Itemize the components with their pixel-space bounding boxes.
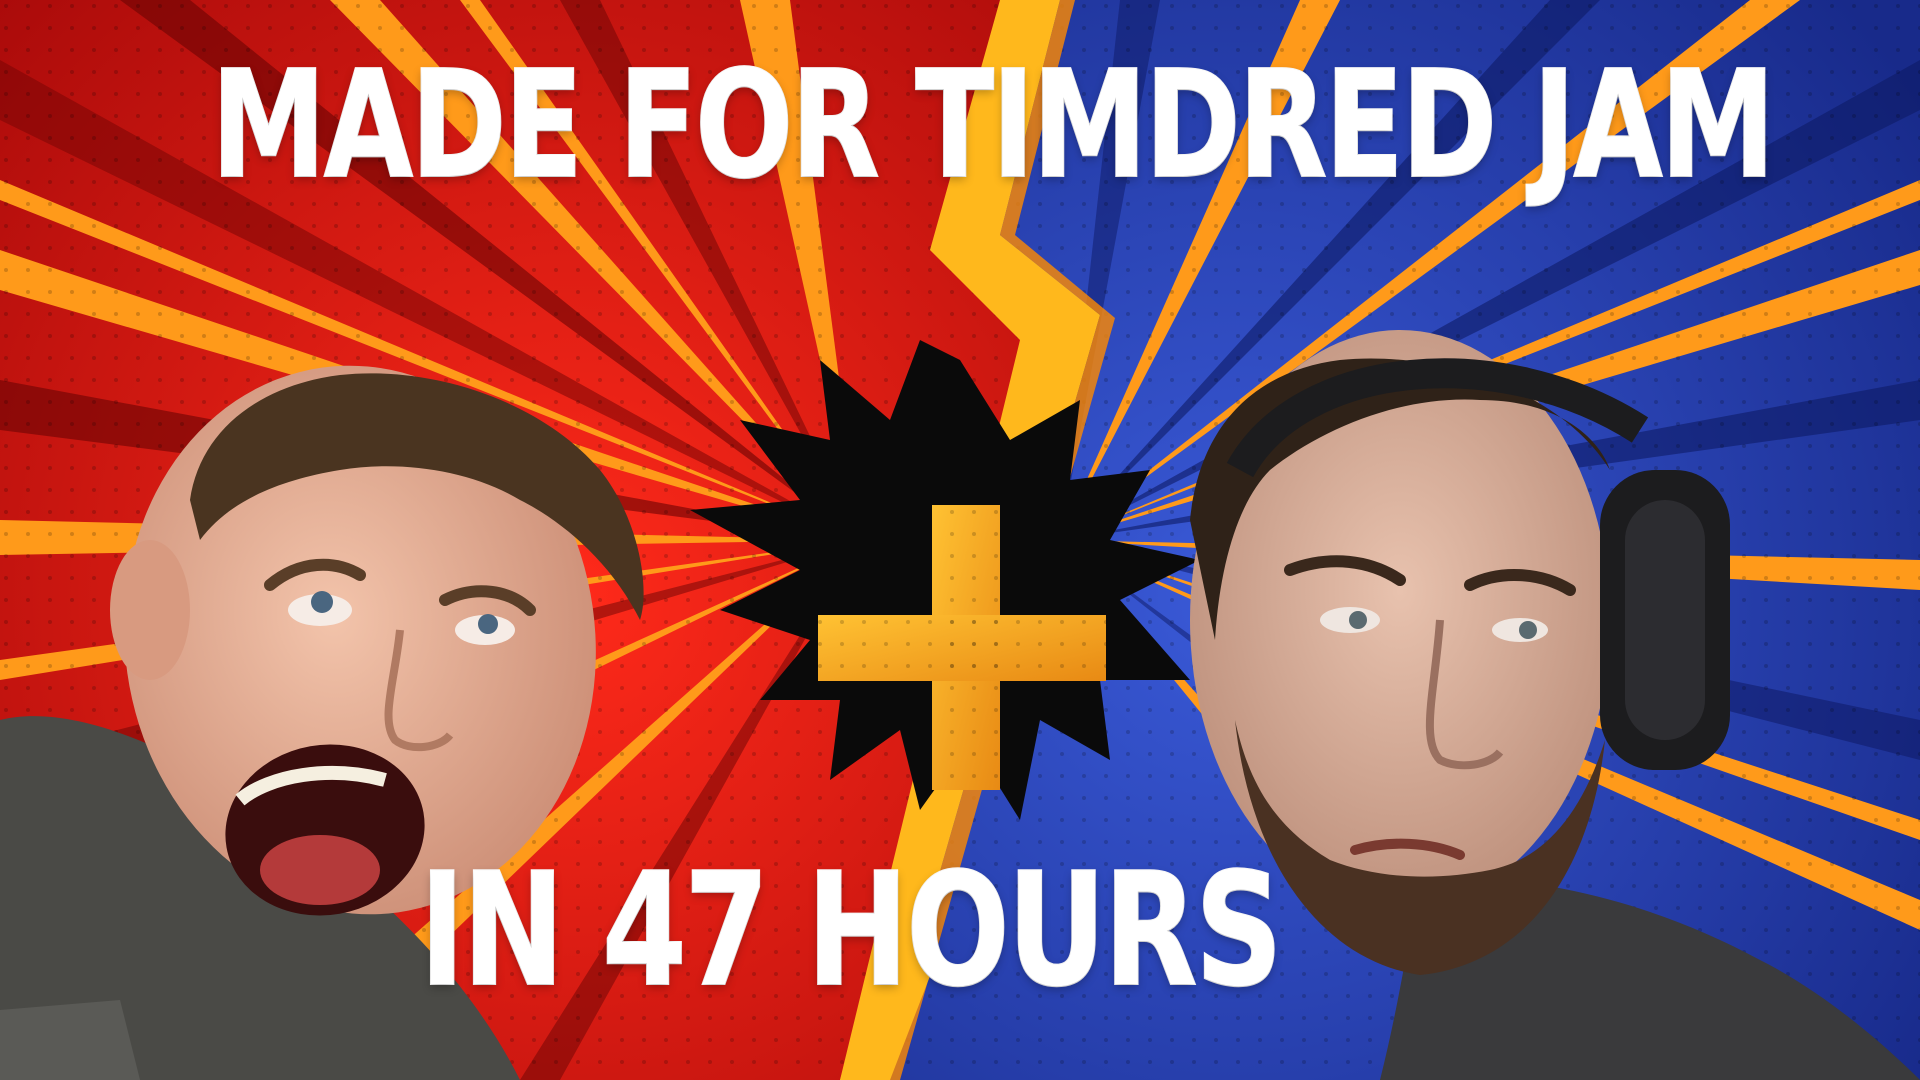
headline-top: MADE FOR TIMDRED JAM: [210, 39, 1776, 211]
headline-bottom: IN 47 HOURS: [419, 839, 1284, 1021]
